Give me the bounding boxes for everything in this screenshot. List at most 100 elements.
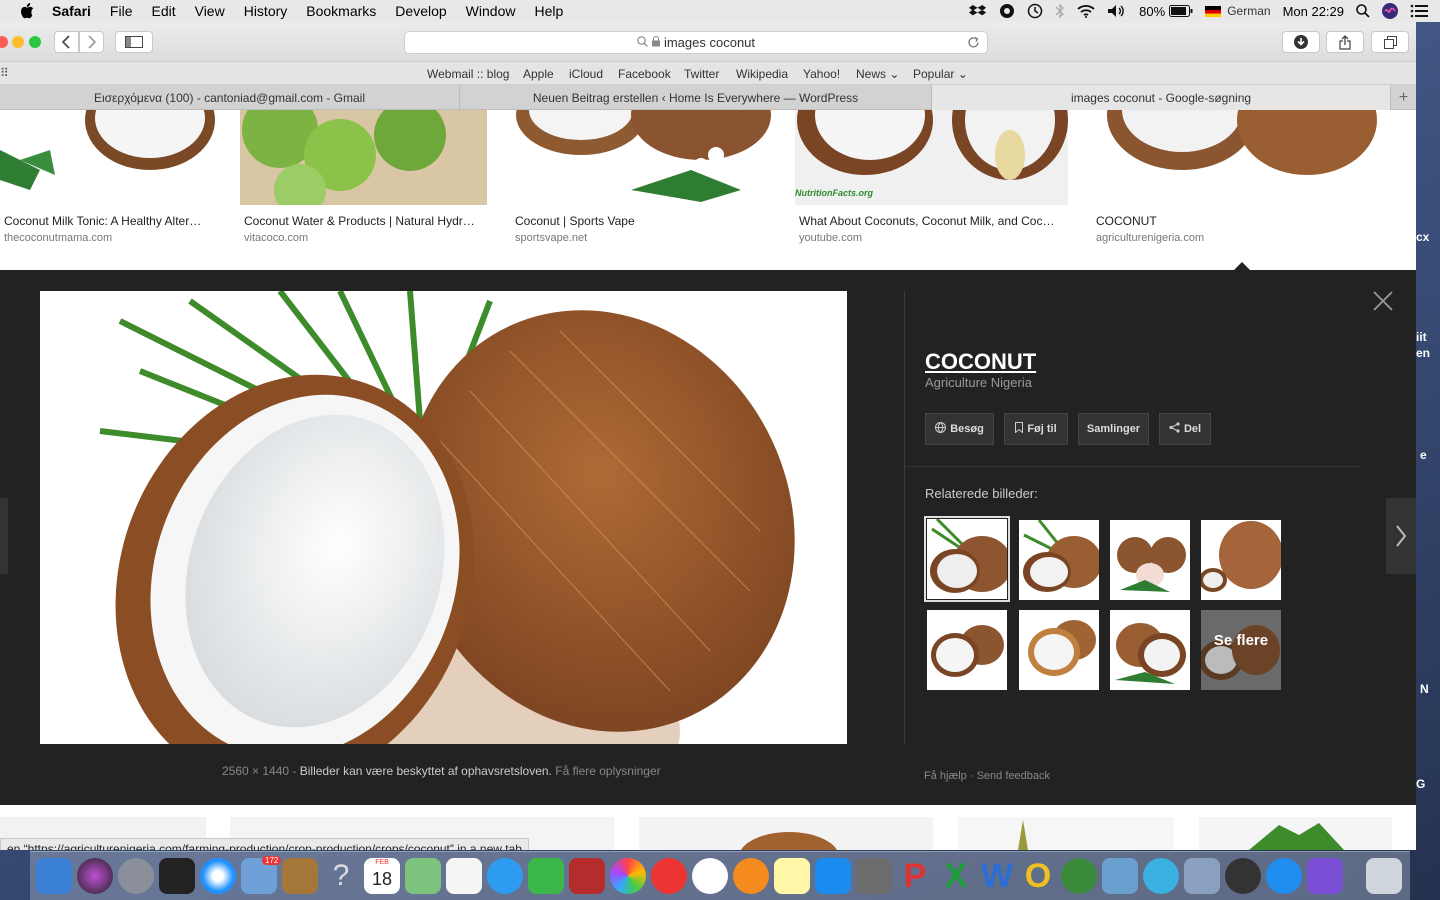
share-image-button[interactable]: Del (1159, 413, 1211, 445)
menu-file[interactable]: File (110, 3, 133, 19)
result-caption[interactable]: Coconut | Sports Vape (515, 214, 635, 228)
bookmark-item[interactable]: Wikipedia (736, 67, 788, 81)
contacts-icon[interactable] (282, 858, 318, 894)
battery-percent[interactable]: 80% (1139, 4, 1165, 19)
related-image[interactable] (927, 610, 1007, 690)
tab-gmail[interactable]: Εισερχόμενα (100) - cantoniad@gmail.com … (0, 85, 460, 110)
menu-history[interactable]: History (244, 3, 288, 19)
mission-control-icon[interactable] (159, 858, 195, 894)
apple-menu-icon[interactable] (20, 3, 34, 19)
menu-develop[interactable]: Develop (395, 3, 446, 19)
word-icon[interactable]: W (979, 858, 1015, 894)
result-caption[interactable]: What About Coconuts, Coconut Milk, and C… (799, 214, 1054, 228)
related-image[interactable] (924, 516, 1010, 602)
trash-icon[interactable] (1366, 858, 1402, 894)
viber-status-icon[interactable] (999, 3, 1015, 19)
result-thumbnail[interactable] (639, 817, 933, 850)
news-icon[interactable] (651, 858, 687, 894)
facetime-icon[interactable] (528, 858, 564, 894)
result-caption[interactable]: Coconut Water & Products | Natural Hydr… (244, 214, 475, 228)
result-thumbnail-selected[interactable] (1092, 110, 1392, 205)
maps-icon[interactable] (405, 858, 441, 894)
bookmark-folder-news[interactable]: News ⌄ (856, 67, 899, 81)
excel-icon[interactable]: X (938, 858, 974, 894)
related-image[interactable] (1201, 520, 1281, 600)
volume-icon[interactable] (1107, 4, 1127, 18)
tab-google-images[interactable]: images coconut - Google-søgning (932, 85, 1391, 110)
launchpad-icon[interactable] (118, 858, 154, 894)
downloads-button[interactable] (1282, 31, 1320, 53)
messages-icon[interactable] (487, 858, 523, 894)
reload-icon[interactable] (967, 36, 980, 52)
result-thumbnail[interactable]: NutritionFacts.org (795, 110, 1068, 205)
clock[interactable]: Mon 22:29 (1283, 4, 1344, 19)
result-thumbnail[interactable] (0, 110, 216, 205)
calendar-icon[interactable]: FEB 18 (364, 858, 400, 894)
related-image[interactable] (1110, 610, 1190, 690)
siri-dock-icon[interactable] (77, 858, 113, 894)
time-machine-icon[interactable] (1027, 3, 1043, 19)
visit-button[interactable]: Besøg (925, 413, 994, 445)
viber-icon[interactable] (1307, 858, 1343, 894)
menu-view[interactable]: View (195, 3, 225, 19)
save-button[interactable]: Føj til (1004, 413, 1068, 445)
share-button[interactable] (1326, 31, 1364, 53)
collections-button[interactable]: Samlinger (1078, 413, 1149, 445)
bookmark-item[interactable]: Facebook (618, 67, 671, 81)
network-app-icon[interactable] (1102, 858, 1138, 894)
app-store-icon[interactable] (815, 858, 851, 894)
more-info-link[interactable]: Få flere oplysninger (555, 764, 660, 778)
outlook-icon[interactable]: O (1020, 858, 1056, 894)
safari-dock-icon[interactable] (200, 858, 236, 894)
siri-icon[interactable] (1382, 3, 1398, 19)
wifi-icon[interactable] (1077, 4, 1095, 18)
result-thumbnail[interactable] (958, 817, 1174, 850)
globe-app-icon[interactable] (1061, 858, 1097, 894)
dropbox-icon[interactable] (969, 4, 987, 18)
related-image[interactable] (1110, 520, 1190, 600)
feedback-link[interactable]: Send feedback (977, 770, 1050, 782)
german-flag-icon[interactable] (1205, 5, 1222, 17)
help-question-icon[interactable]: ? (323, 858, 359, 894)
preview-icon[interactable] (1184, 858, 1220, 894)
input-source[interactable]: German (1227, 4, 1270, 18)
app-menu[interactable]: Safari (52, 3, 91, 19)
bookmark-item[interactable]: Apple (523, 67, 554, 81)
see-more-button[interactable]: Se flere (1201, 610, 1281, 690)
grid-icon[interactable]: ⠿ (0, 66, 9, 80)
sidebar-toggle-button[interactable] (115, 31, 153, 53)
finder-icon[interactable] (36, 858, 72, 894)
photos-icon[interactable] (610, 858, 646, 894)
powerpoint-icon[interactable]: P (897, 858, 933, 894)
menu-bookmarks[interactable]: Bookmarks (306, 3, 376, 19)
reminders-icon[interactable] (446, 858, 482, 894)
close-window-button[interactable] (0, 36, 8, 48)
battery-icon[interactable] (1169, 5, 1193, 17)
minimize-window-button[interactable] (12, 36, 24, 48)
zoom-window-button[interactable] (29, 36, 41, 48)
music-icon[interactable] (692, 858, 728, 894)
help-link[interactable]: Få hjælp (924, 770, 967, 782)
tab-overview-button[interactable] (1371, 31, 1409, 53)
forward-button[interactable] (79, 31, 104, 53)
menu-help[interactable]: Help (534, 3, 563, 19)
menu-edit[interactable]: Edit (151, 3, 175, 19)
system-preferences-icon[interactable] (856, 858, 892, 894)
screenshot-icon[interactable] (1225, 858, 1261, 894)
result-thumbnail[interactable] (511, 110, 771, 205)
next-image-button[interactable] (1386, 498, 1416, 574)
menu-window[interactable]: Window (466, 3, 516, 19)
result-thumbnail[interactable] (240, 110, 487, 205)
new-tab-button[interactable]: + (1391, 85, 1416, 110)
teamviewer-icon[interactable] (1266, 858, 1302, 894)
back-button[interactable] (54, 31, 79, 53)
photo-booth-icon[interactable] (569, 858, 605, 894)
panel-title[interactable]: COCONUT (925, 349, 1036, 375)
books-icon[interactable] (733, 858, 769, 894)
bookmark-item[interactable]: Twitter (684, 67, 719, 81)
spotlight-icon[interactable] (1356, 4, 1370, 18)
result-thumbnail[interactable] (1199, 817, 1392, 850)
result-caption[interactable]: Coconut Milk Tonic: A Healthy Alter… (4, 214, 201, 228)
prev-image-button[interactable] (0, 498, 8, 574)
result-caption[interactable]: COCONUT (1096, 214, 1157, 228)
